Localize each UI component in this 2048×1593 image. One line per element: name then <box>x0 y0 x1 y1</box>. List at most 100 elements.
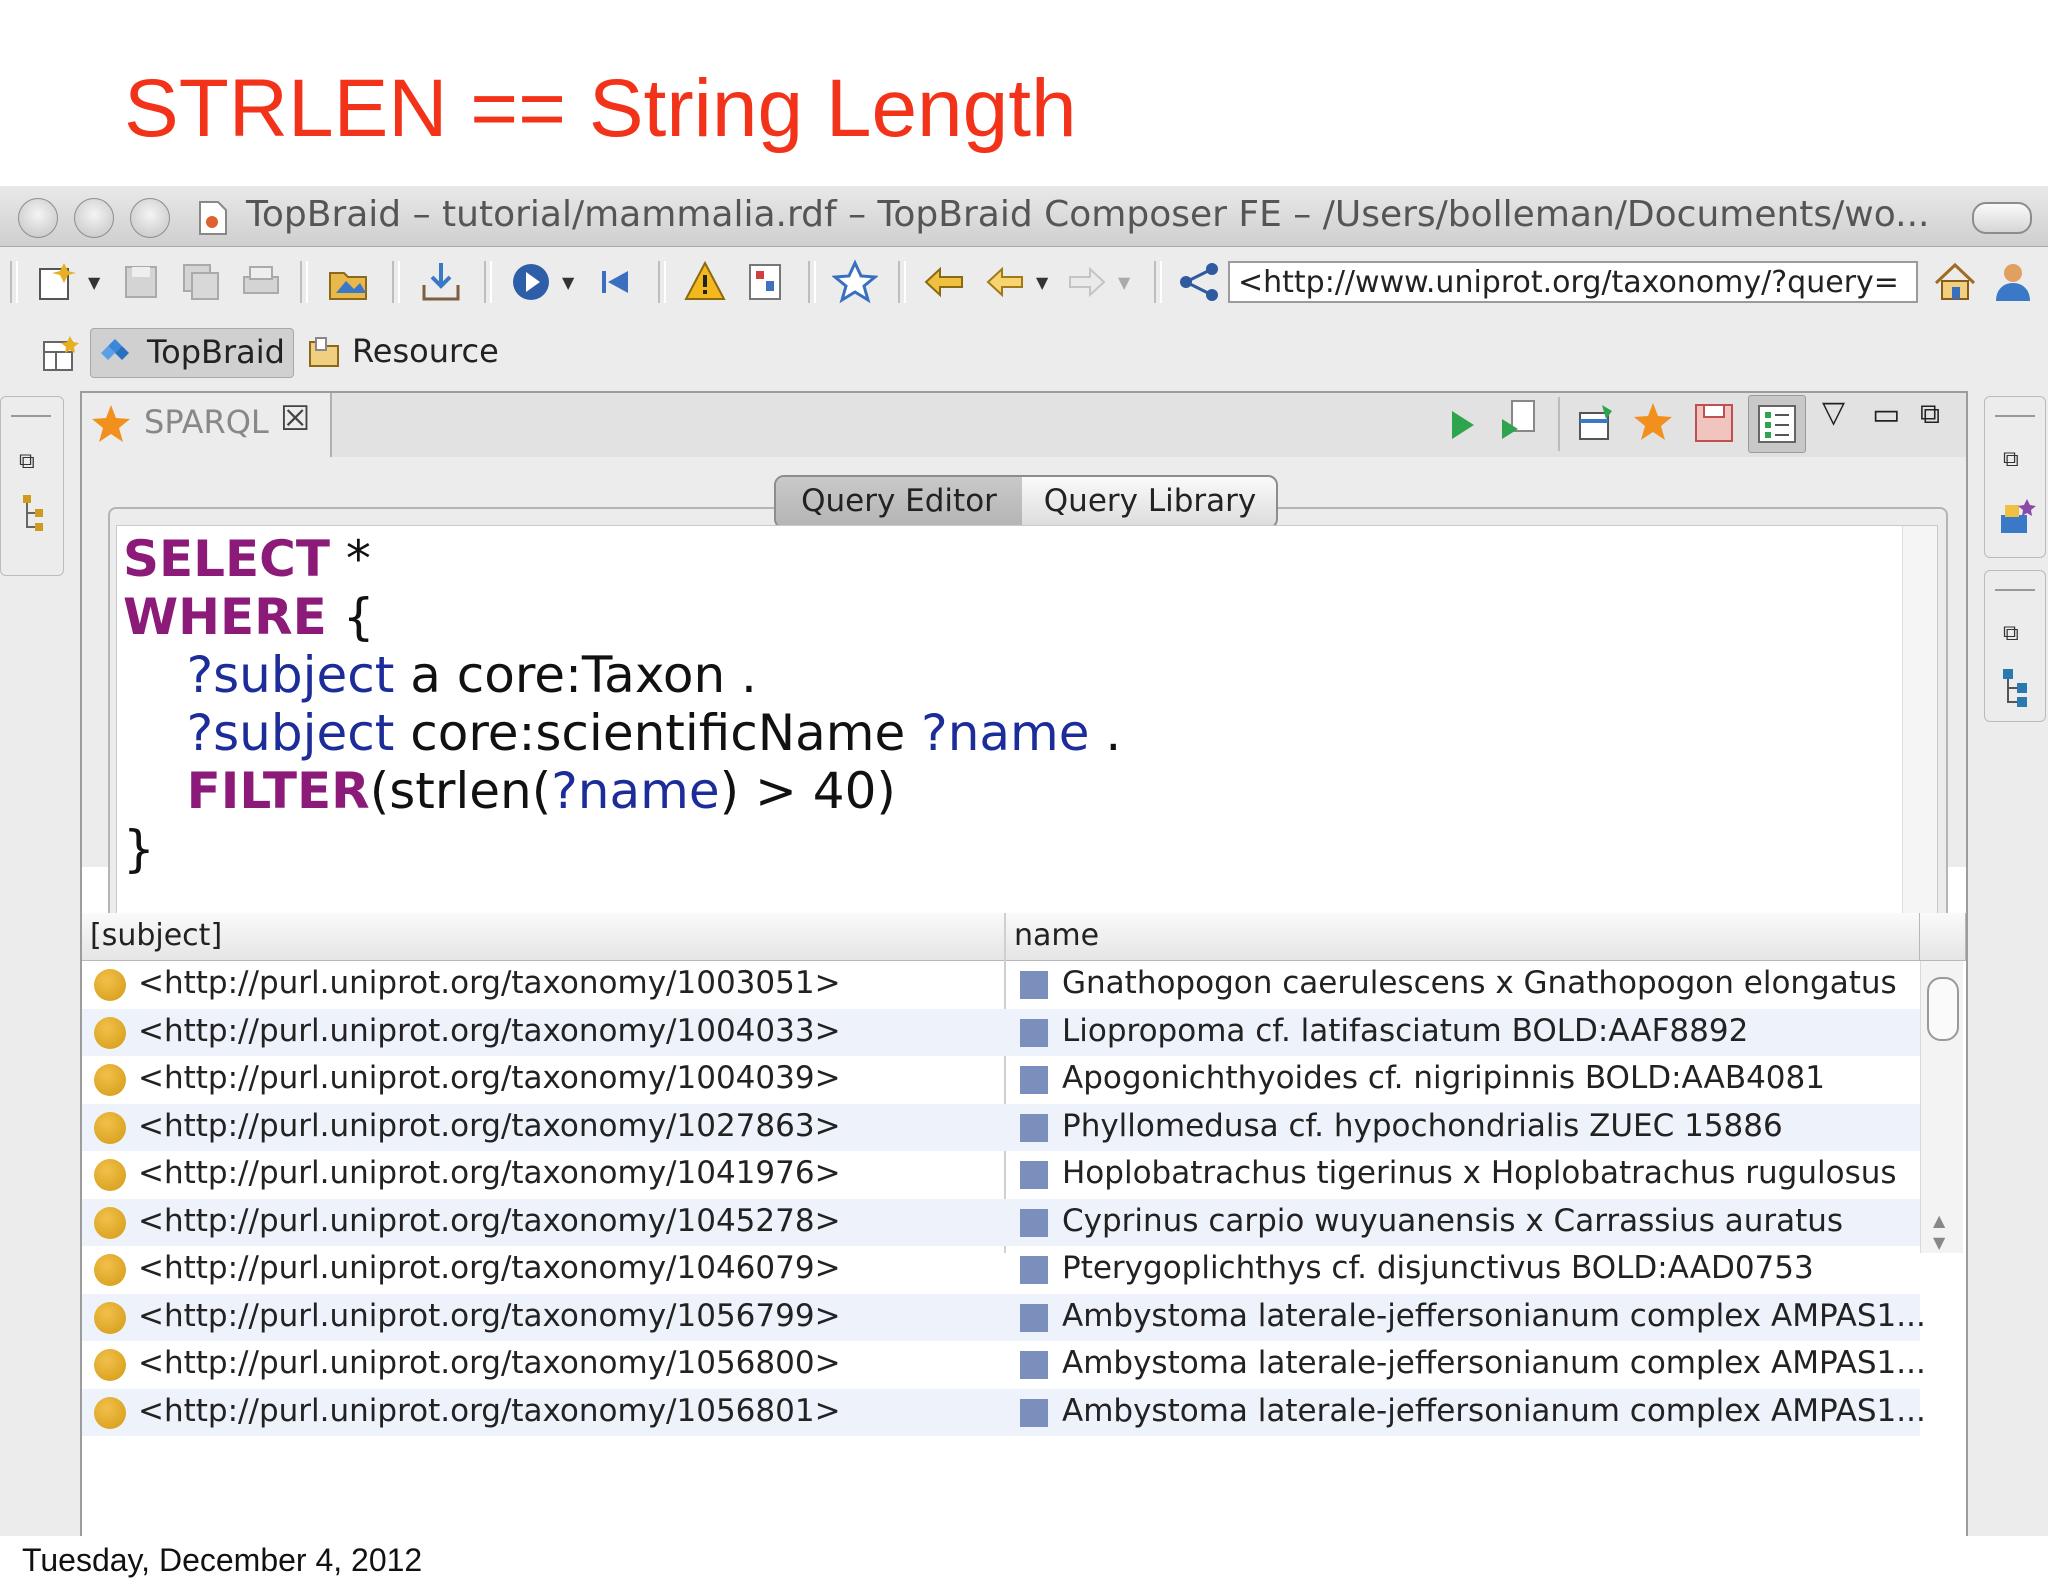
subject-cell[interactable]: <http://purl.uniprot.org/taxonomy/102786… <box>138 1108 841 1144</box>
minimize-window-button[interactable] <box>74 198 114 238</box>
user-icon[interactable] <box>1990 259 2036 305</box>
open-icon[interactable] <box>326 259 372 305</box>
back-icon[interactable] <box>982 259 1028 305</box>
table-row[interactable]: <http://purl.uniprot.org/taxonomy/100403… <box>82 1056 1920 1104</box>
restore-icon[interactable]: ⧉ <box>2003 621 2019 646</box>
sparql-panel: SPARQL ☒ ▽ ▭ ⧉ Query Editor Query Librar… <box>80 391 1968 1536</box>
close-tab-icon[interactable]: ☒ <box>280 399 310 439</box>
print-icon[interactable] <box>238 259 284 305</box>
forward-dropdown-arrow[interactable]: ▼ <box>1118 273 1130 292</box>
table-row[interactable]: <http://purl.uniprot.org/taxonomy/100305… <box>82 961 1920 1009</box>
save-icon[interactable] <box>118 259 164 305</box>
tree-view-icon[interactable] <box>2001 667 2031 709</box>
name-cell[interactable]: Liopropoma cf. latifasciatum BOLD:AAF889… <box>1062 1013 1748 1049</box>
table-row[interactable]: <http://purl.uniprot.org/taxonomy/100403… <box>82 1008 1920 1056</box>
where-open-brace: { <box>326 588 375 646</box>
name-cell[interactable]: Cyprinus carpio wuyuanensis x Carrassius… <box>1062 1203 1843 1239</box>
name-cell[interactable]: Phyllomedusa cf. hypochondrialis ZUEC 15… <box>1062 1108 1783 1144</box>
toolbar-toggle-button[interactable] <box>1972 202 2032 234</box>
title-bar: TopBraid – tutorial/mammalia.rdf – TopBr… <box>0 186 2048 247</box>
back-nav-icon[interactable] <box>922 259 968 305</box>
perspective-topbraid[interactable]: TopBraid <box>90 328 294 378</box>
first-icon[interactable] <box>592 259 638 305</box>
subject-cell[interactable]: <http://purl.uniprot.org/taxonomy/100403… <box>138 1013 841 1049</box>
editor-vertical-scrollbar[interactable] <box>1902 526 1937 964</box>
table-row[interactable]: <http://purl.uniprot.org/taxonomy/102786… <box>82 1103 1920 1151</box>
back-dropdown-arrow[interactable]: ▼ <box>1036 273 1048 292</box>
results-rows: <http://purl.uniprot.org/taxonomy/100305… <box>82 961 1926 1436</box>
tab-query-library[interactable]: Query Library <box>1024 477 1276 527</box>
new-icon[interactable] <box>34 259 80 305</box>
import-icon[interactable] <box>418 259 464 305</box>
subject-cell[interactable]: <http://purl.uniprot.org/taxonomy/104197… <box>138 1155 841 1191</box>
subject-cell[interactable]: <http://purl.uniprot.org/taxonomy/104607… <box>138 1250 841 1286</box>
table-row[interactable]: <http://purl.uniprot.org/taxonomy/105680… <box>82 1341 1926 1389</box>
report-icon[interactable] <box>742 259 788 305</box>
tab-sparql-label: SPARQL <box>144 403 269 441</box>
table-row[interactable]: <http://purl.uniprot.org/taxonomy/105680… <box>82 1388 1926 1436</box>
name-cell[interactable]: Gnathopogon caerulescens x Gnathopogon e… <box>1062 965 1897 1001</box>
name-cell[interactable]: Ambystoma laterale-jeffersonianum comple… <box>1062 1393 1926 1429</box>
maximize-panel-icon[interactable]: ⧉ <box>1920 397 1940 431</box>
name-cell[interactable]: Hoplobatrachus tigerinus x Hoplobatrachu… <box>1062 1155 1897 1191</box>
subject-cell[interactable]: <http://purl.uniprot.org/taxonomy/100305… <box>138 965 841 1001</box>
scroll-up-arrow[interactable]: ▲ <box>1933 1211 1945 1230</box>
subject-cell[interactable]: <http://purl.uniprot.org/taxonomy/100403… <box>138 1060 841 1096</box>
table-row[interactable]: <http://purl.uniprot.org/taxonomy/104527… <box>82 1198 1920 1246</box>
graph-icon[interactable] <box>1176 259 1222 305</box>
table-row[interactable]: <http://purl.uniprot.org/taxonomy/104607… <box>82 1246 1920 1294</box>
perspective-resource-label: Resource <box>352 332 499 370</box>
bookmark-star-icon[interactable] <box>832 259 878 305</box>
column-header-name[interactable]: name <box>1006 913 1920 961</box>
minimize-panel-icon[interactable]: ▭ <box>1872 397 1900 432</box>
perspective-bar: TopBraid Resource <box>0 322 2048 382</box>
save-all-icon[interactable] <box>178 259 224 305</box>
subject-cell[interactable]: <http://purl.uniprot.org/taxonomy/105680… <box>138 1345 841 1381</box>
results-vertical-scrollbar[interactable]: ▲ ▼ <box>1920 961 1963 1253</box>
execute-query-icon[interactable] <box>1444 407 1480 443</box>
class-view-icon[interactable] <box>1997 497 2037 537</box>
view-options-button[interactable] <box>1748 395 1806 453</box>
subject-cell[interactable]: <http://purl.uniprot.org/taxonomy/104527… <box>138 1203 841 1239</box>
query-mode-switch: Query Editor Query Library <box>774 475 1278 529</box>
perspective-resource[interactable]: Resource <box>302 328 502 376</box>
literal-square-icon <box>1020 1066 1048 1094</box>
table-row[interactable]: <http://purl.uniprot.org/taxonomy/104197… <box>82 1151 1920 1199</box>
pin-query-icon[interactable] <box>1576 401 1618 445</box>
zoom-window-button[interactable] <box>130 198 170 238</box>
resource-dot-icon <box>94 1206 126 1239</box>
warning-icon[interactable] <box>682 259 728 305</box>
hierarchy-icon[interactable] <box>19 493 47 533</box>
scroll-down-arrow[interactable]: ▼ <box>1933 1233 1945 1252</box>
run-dropdown-arrow[interactable]: ▼ <box>562 273 574 292</box>
query-editor[interactable]: SELECT * WHERE { ?subject a core:Taxon .… <box>116 525 1938 965</box>
close-window-button[interactable] <box>18 198 58 238</box>
literal-square-icon <box>1020 1113 1048 1142</box>
results-scroll-thumb[interactable] <box>1927 977 1959 1041</box>
column-header-subject[interactable]: [subject] <box>82 913 1006 961</box>
save-query-icon[interactable] <box>1692 401 1736 445</box>
subject-cell[interactable]: <http://purl.uniprot.org/taxonomy/105679… <box>138 1298 841 1334</box>
resource-url-field[interactable]: <http://www.uniprot.org/taxonomy/?query= <box>1228 261 1918 303</box>
execute-update-icon[interactable] <box>1498 399 1538 445</box>
tab-sparql[interactable]: SPARQL ☒ <box>82 393 332 457</box>
resource-dot-icon <box>94 1396 126 1429</box>
restore-icon[interactable]: ⧉ <box>2003 447 2019 472</box>
name-cell[interactable]: Apogonichthyoides cf. nigripinnis BOLD:A… <box>1062 1060 1825 1096</box>
new-dropdown-arrow[interactable]: ▼ <box>88 273 100 292</box>
open-perspective-icon[interactable] <box>40 334 80 374</box>
name-cell[interactable]: Ambystoma laterale-jeffersonianum comple… <box>1062 1298 1926 1334</box>
favorite-star-icon[interactable] <box>1632 401 1674 445</box>
view-menu-icon[interactable]: ▽ <box>1822 395 1845 430</box>
forward-icon[interactable] <box>1064 259 1110 305</box>
name-cell[interactable]: Ambystoma laterale-jeffersonianum comple… <box>1062 1345 1926 1381</box>
run-icon[interactable] <box>508 259 554 305</box>
restore-icon[interactable]: ⧉ <box>19 449 35 474</box>
table-row[interactable]: <http://purl.uniprot.org/taxonomy/105679… <box>82 1293 1926 1341</box>
home-icon[interactable] <box>1932 259 1978 305</box>
tab-query-editor[interactable]: Query Editor <box>776 477 1022 527</box>
variable-name: ?name <box>921 704 1090 762</box>
resource-icon <box>309 337 339 367</box>
name-cell[interactable]: Pterygoplichthys cf. disjunctivus BOLD:A… <box>1062 1250 1814 1286</box>
subject-cell[interactable]: <http://purl.uniprot.org/taxonomy/105680… <box>138 1393 841 1429</box>
